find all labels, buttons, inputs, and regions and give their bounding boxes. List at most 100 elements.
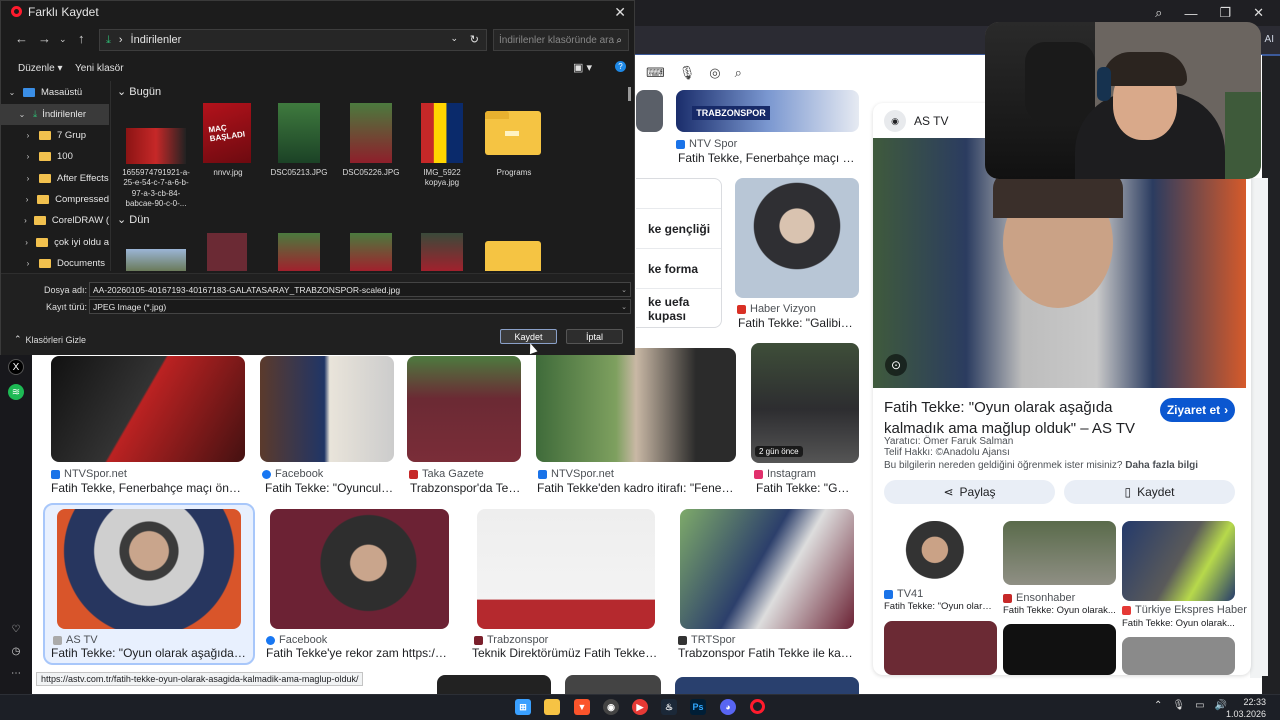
- lens-icon[interactable]: ⊙: [885, 354, 907, 376]
- search-icon[interactable]: ⌕: [1155, 5, 1162, 21]
- file-thumbnail[interactable]: [421, 233, 463, 271]
- file-thumbnail[interactable]: [207, 233, 247, 271]
- result-image[interactable]: [51, 356, 245, 462]
- more-icon[interactable]: ⋯: [8, 665, 24, 681]
- keyboard-icon[interactable]: ⌨: [646, 65, 665, 81]
- restore-icon[interactable]: ❐: [1219, 5, 1231, 21]
- brave-icon[interactable]: ▼: [574, 699, 590, 715]
- result-title[interactable]: Fatih Tekke, Fenerbahçe maçı öncesi k...: [678, 151, 860, 165]
- dialog-search-input[interactable]: İndirilenler klasöründe ara ⌕: [493, 29, 629, 51]
- file-thumbnail[interactable]: [350, 233, 392, 271]
- photoshop-icon[interactable]: Ps: [690, 699, 706, 715]
- result-title[interactable]: Fatih Tekke'den kadro itirafı: "Fenerbah…: [537, 481, 735, 495]
- back-icon[interactable]: ←: [15, 31, 28, 46]
- hide-folders-toggle[interactable]: ⌃ Klasörleri Gizle: [14, 334, 86, 345]
- result-title[interactable]: Fatih Tekke: "Galibiyeti c...: [738, 316, 856, 330]
- help-icon[interactable]: ?: [615, 61, 626, 72]
- folder-icon[interactable]: [485, 241, 541, 271]
- related-image[interactable]: [1122, 637, 1235, 675]
- result-image[interactable]: 2 gün önce: [751, 343, 859, 463]
- file-name[interactable]: nnvv.jpg: [193, 168, 263, 178]
- tree-item-folder[interactable]: › 100: [1, 146, 109, 167]
- up-icon[interactable]: ↑: [78, 31, 85, 46]
- dialog-scrollbar[interactable]: [628, 87, 631, 101]
- file-name[interactable]: DSC05226.JPG: [336, 168, 406, 178]
- save-button[interactable]: Kaydet: [500, 329, 557, 344]
- lens-icon[interactable]: ◎: [709, 65, 720, 81]
- panel-title[interactable]: Fatih Tekke: "Oyun olarak aşağıda kalmad…: [884, 398, 1154, 439]
- result-image[interactable]: TRABZONSPOR: [676, 90, 859, 132]
- tree-item-folder[interactable]: › 7 Grup: [1, 125, 109, 146]
- heart-icon[interactable]: ♡: [8, 621, 24, 637]
- forward-icon[interactable]: →: [38, 31, 51, 46]
- file-thumbnail[interactable]: [350, 103, 392, 163]
- related-search-item[interactable]: ke gençliği: [636, 209, 721, 249]
- file-name[interactable]: IMG_5922 kopya.jpg: [407, 168, 477, 189]
- panel-source[interactable]: ◉ AS TV: [884, 110, 948, 132]
- related-image[interactable]: [1003, 521, 1116, 585]
- group-header-today[interactable]: ⌄ Bugün: [117, 85, 161, 98]
- windows-start-icon[interactable]: ⊞: [515, 699, 531, 715]
- result-image[interactable]: [680, 509, 854, 629]
- refresh-icon[interactable]: ↻: [470, 33, 479, 46]
- related-image[interactable]: [884, 521, 997, 585]
- related-image[interactable]: [1003, 624, 1116, 675]
- result-image[interactable]: [270, 509, 449, 629]
- tab-partial-label[interactable]: AI: [1265, 34, 1274, 45]
- history-icon[interactable]: ◷: [8, 643, 24, 659]
- file-thumbnail[interactable]: [278, 233, 320, 271]
- steam-icon[interactable]: ♨: [661, 699, 677, 715]
- result-image[interactable]: [636, 90, 663, 132]
- mic-icon[interactable]: 🎙: [679, 65, 696, 81]
- result-image[interactable]: [407, 356, 521, 462]
- result-image[interactable]: [437, 675, 551, 694]
- search-icon[interactable]: ⌕: [735, 65, 742, 81]
- file-thumbnail[interactable]: [278, 103, 320, 163]
- filetype-select[interactable]: JPEG Image (*.jpg) ⌄: [89, 299, 631, 314]
- result-title[interactable]: Trabzonspor Fatih Tekke ile kaybetmiy...: [678, 646, 856, 660]
- view-icon[interactable]: ▣ ▾: [573, 61, 592, 74]
- tree-item-folder[interactable]: › CorelDRAW (: [1, 210, 109, 231]
- close-icon[interactable]: ✕: [1253, 5, 1264, 21]
- spotify-icon[interactable]: ≋: [8, 384, 24, 400]
- result-title[interactable]: Fatih Tekke: "Oyuncular...: [265, 481, 395, 495]
- related-image[interactable]: [884, 621, 997, 675]
- mic-icon[interactable]: 🎙: [1172, 700, 1185, 711]
- tree-item-downloads[interactable]: ⌄ ⤓ İndirilenler: [1, 104, 109, 125]
- media-player-icon[interactable]: ▶: [632, 699, 648, 715]
- result-image[interactable]: [57, 509, 241, 629]
- result-image[interactable]: [565, 675, 661, 694]
- related-title[interactable]: Fatih Tekke: "Oyun olarak...: [884, 601, 997, 612]
- file-name[interactable]: DSC05213.JPG: [264, 168, 334, 178]
- obs-icon[interactable]: ◉: [603, 699, 619, 715]
- breadcrumb[interactable]: İndirilenler: [131, 34, 182, 46]
- related-title[interactable]: Fatih Tekke: Oyun olarak...: [1003, 605, 1116, 616]
- filename-input[interactable]: AA-20260105-40167193-40167183-GALATASARA…: [89, 282, 631, 297]
- cancel-button[interactable]: İptal: [566, 329, 623, 344]
- minimize-icon[interactable]: —: [1184, 6, 1197, 21]
- file-name[interactable]: Programs: [479, 168, 549, 178]
- result-title[interactable]: Fatih Tekke'ye rekor zam https://shortur…: [266, 646, 450, 660]
- folder-icon[interactable]: [485, 111, 541, 155]
- result-title[interactable]: Fatih Tekke: "Gal...: [756, 481, 856, 495]
- address-bar[interactable]: ⤓ › İndirilenler ⌄ ↻: [99, 29, 487, 51]
- result-title[interactable]: Teknik Direktörümüz Fatih Tekke ve Kapt.…: [472, 646, 658, 660]
- discord-icon[interactable]: ◕: [720, 699, 736, 715]
- system-clock[interactable]: 22:33 1.03.2026: [1226, 696, 1266, 720]
- file-thumbnail[interactable]: [126, 249, 186, 271]
- result-title[interactable]: Trabzonspor'da Tekke'...: [410, 481, 522, 495]
- result-image[interactable]: [675, 677, 859, 694]
- result-image[interactable]: [477, 509, 655, 629]
- tree-item-desktop[interactable]: ⌄ Masaüstü: [1, 82, 109, 103]
- tree-item-folder[interactable]: › çok iyi oldu a: [1, 232, 109, 253]
- related-search-item[interactable]: ke forma: [636, 249, 721, 289]
- file-thumbnail[interactable]: [126, 128, 186, 164]
- tree-item-folder[interactable]: › After Effects: [1, 168, 109, 189]
- result-image[interactable]: [536, 348, 736, 462]
- file-name[interactable]: 1655974791921-a-25-e-54-c-7-a-6-b-97-a-3…: [121, 168, 191, 210]
- close-icon[interactable]: ✕: [614, 4, 626, 21]
- file-explorer-icon[interactable]: [544, 699, 560, 715]
- related-image[interactable]: [1122, 521, 1235, 601]
- chevron-down-icon[interactable]: ⌄: [621, 286, 627, 294]
- tree-item-folder[interactable]: › Compressed: [1, 189, 109, 210]
